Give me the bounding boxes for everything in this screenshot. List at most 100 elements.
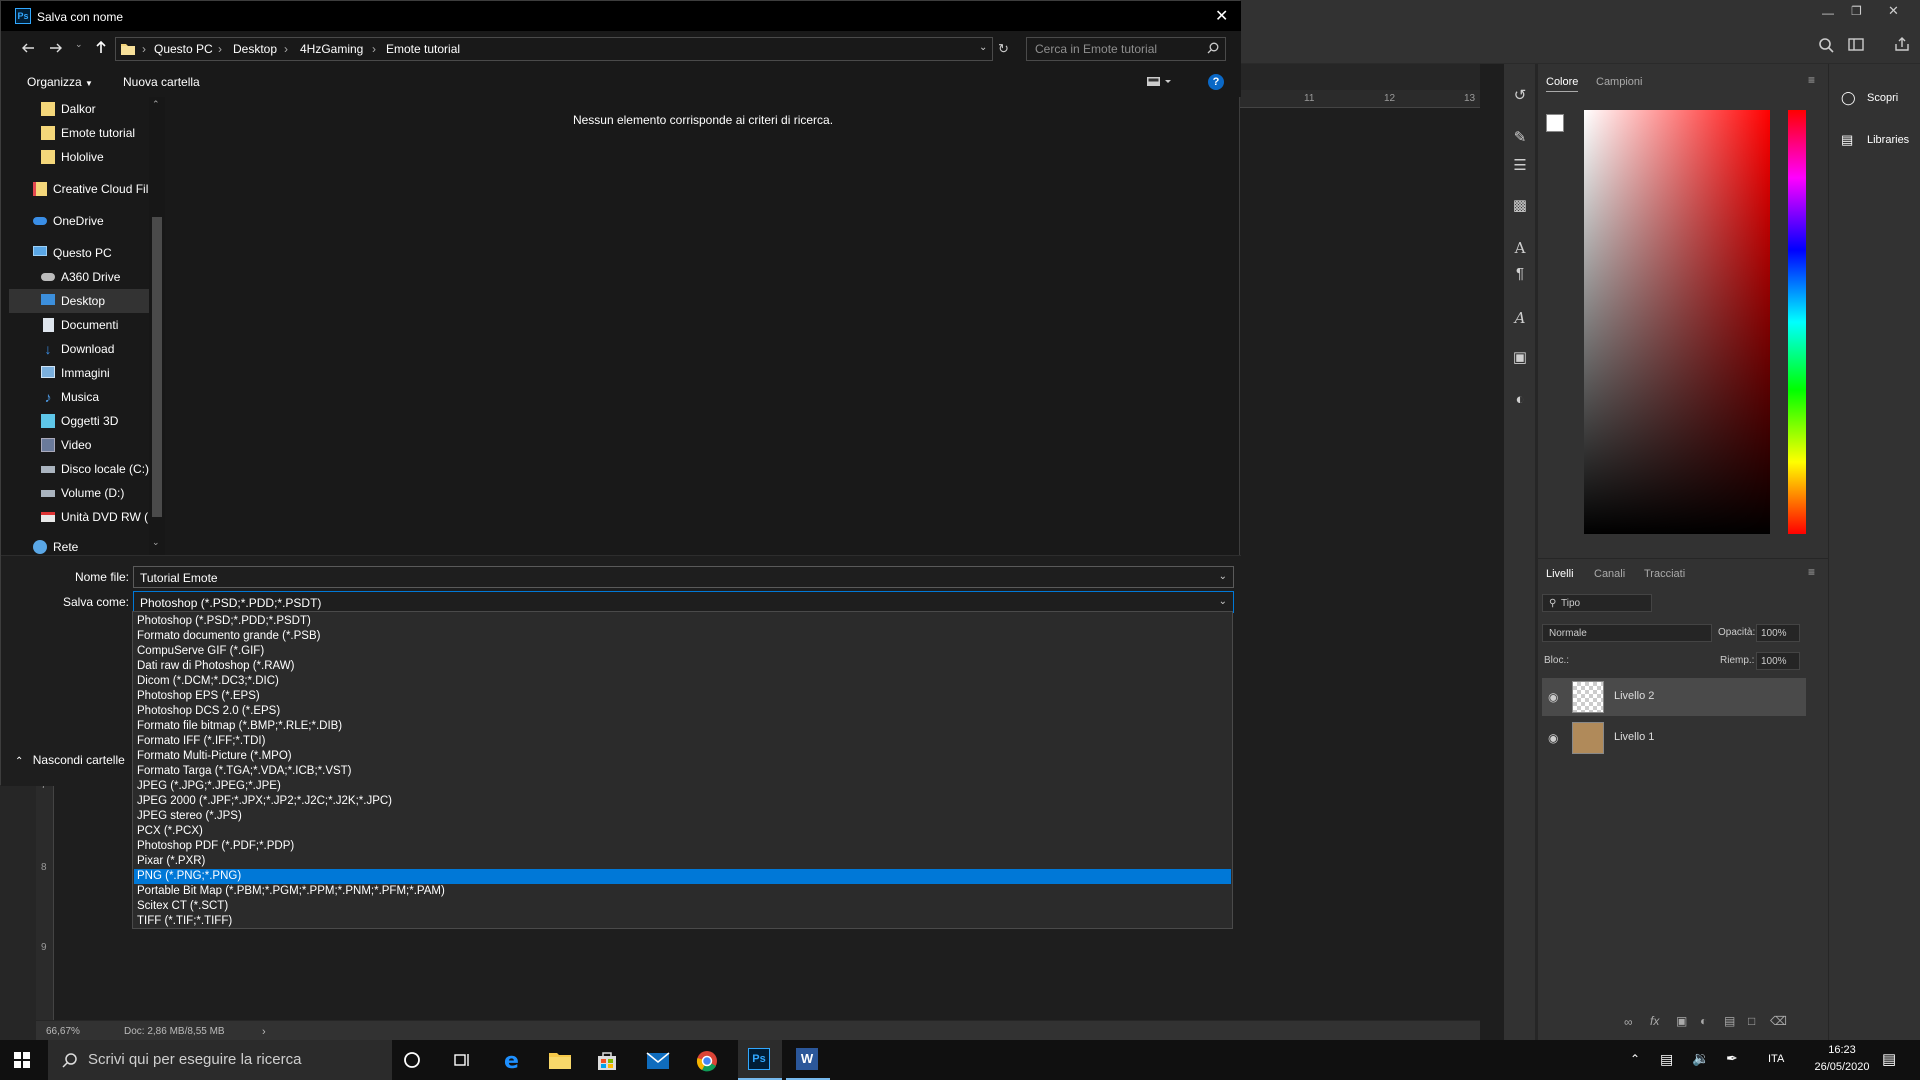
scroll-down-icon[interactable]: ⌄ (152, 537, 160, 548)
file-explorer-icon[interactable] (548, 1050, 576, 1078)
refresh-icon[interactable]: ↻ (998, 41, 1009, 57)
restore-icon[interactable]: ❐ (1851, 4, 1862, 18)
search-icon[interactable] (1818, 37, 1834, 53)
breadcrumb-chevron-icon[interactable]: › (142, 42, 146, 56)
tab-colore[interactable]: Colore (1546, 76, 1579, 92)
nav-item-hololive[interactable]: Hololive (9, 145, 149, 169)
breadcrumb-questo-pc[interactable]: Questo PC (154, 42, 213, 56)
share-icon[interactable] (1894, 36, 1910, 52)
hue-slider[interactable] (1788, 110, 1806, 534)
group-folder-icon[interactable]: ▤ (1724, 1014, 1735, 1028)
format-option[interactable]: Formato file bitmap (*.BMP;*.RLE;*.DIB) (134, 719, 1231, 734)
format-option[interactable]: JPEG stereo (*.JPS) (134, 809, 1231, 824)
up-arrow-icon[interactable] (93, 39, 109, 55)
clock-date[interactable]: 26/05/2020 (1810, 1061, 1874, 1073)
scrollbar-thumb[interactable] (152, 217, 162, 517)
format-option[interactable]: Formato Multi-Picture (*.MPO) (134, 749, 1231, 764)
tab-tracciati[interactable]: Tracciati (1644, 568, 1685, 580)
mail-icon[interactable] (646, 1052, 674, 1080)
scroll-up-icon[interactable]: ⌃ (152, 99, 160, 110)
breadcrumb-chevron-icon[interactable]: › (372, 42, 376, 56)
organize-button[interactable]: Organizza ▼ (27, 75, 93, 89)
discover-button[interactable]: ◯ Scopri (1837, 88, 1917, 110)
forward-arrow-icon[interactable] (48, 40, 64, 56)
layer-row[interactable]: ◉ Livello 1 (1542, 719, 1806, 757)
minimize-icon[interactable]: — (1822, 6, 1834, 20)
panel-menu-icon[interactable]: ≡ (1808, 73, 1815, 87)
glyphs-icon[interactable]: A (1510, 308, 1530, 328)
character-icon[interactable]: A (1510, 238, 1530, 258)
eye-icon[interactable]: ◉ (1548, 690, 1558, 704)
format-option[interactable]: Portable Bit Map (*.PBM;*.PGM;*.PPM;*.PN… (134, 884, 1231, 899)
format-option[interactable]: Photoshop (*.PSD;*.PDD;*.PSDT) (134, 614, 1231, 629)
swatch-circle-icon[interactable]: ◐ (1510, 390, 1530, 410)
format-option[interactable]: Formato IFF (*.IFF;*.TDI) (134, 734, 1231, 749)
hide-folders-button[interactable]: ⌃ Nascondi cartelle (15, 753, 125, 767)
help-icon[interactable]: ? (1208, 74, 1224, 90)
fill-input[interactable]: 100% (1756, 652, 1800, 670)
link-icon[interactable]: ∞ (1624, 1015, 1633, 1029)
breadcrumb-emote-tutorial[interactable]: Emote tutorial (386, 42, 460, 56)
layer-row[interactable]: ◉ Livello 2 (1542, 678, 1806, 716)
tab-campioni[interactable]: Campioni (1596, 76, 1642, 88)
format-option[interactable]: Formato Targa (*.TGA;*.VDA;*.ICB;*.VST) (134, 764, 1231, 779)
trash-icon[interactable]: ⌫ (1770, 1014, 1787, 1028)
properties-icon[interactable]: ▣ (1510, 348, 1530, 368)
chevron-down-icon[interactable]: ⌄ (1219, 571, 1227, 582)
nav-item-dalkor[interactable]: Dalkor (9, 97, 149, 121)
nav-item-musica[interactable]: ♪ Musica (9, 385, 149, 409)
new-folder-button[interactable]: Nuova cartella (123, 75, 200, 89)
blend-mode-select[interactable]: Normale (1542, 624, 1712, 642)
nav-item-oggetti-3d[interactable]: Oggetti 3D (9, 409, 149, 433)
layer-filter-select[interactable]: ⚲ Tipo (1542, 594, 1652, 612)
file-list-area[interactable] (167, 97, 1239, 555)
cortana-icon[interactable] (402, 1050, 430, 1078)
format-option[interactable]: Photoshop PDF (*.PDF;*.PDP) (134, 839, 1231, 854)
nav-item-questo-pc[interactable]: Questo PC (9, 241, 149, 265)
format-option[interactable]: PNG (*.PNG;*.PNG) (134, 869, 1231, 884)
opacity-input[interactable]: 100% (1756, 624, 1800, 642)
nav-item-documenti[interactable]: Documenti (9, 313, 149, 337)
nav-item-video[interactable]: Video (9, 433, 149, 457)
format-option[interactable]: Photoshop DCS 2.0 (*.EPS) (134, 704, 1231, 719)
store-icon[interactable] (596, 1050, 624, 1078)
windows-start-icon[interactable] (14, 1052, 30, 1068)
format-option[interactable]: JPEG (*.JPG;*.JPEG;*.JPE) (134, 779, 1231, 794)
mask-icon[interactable]: ▣ (1676, 1014, 1687, 1028)
saveas-select[interactable]: Photoshop (*.PSD;*.PDD;*.PSDT) ⌄ (133, 591, 1234, 613)
chevron-up-icon[interactable]: ⌃ (1630, 1052, 1640, 1066)
breadcrumb-4hzgaming[interactable]: 4HzGaming (300, 42, 363, 56)
format-option[interactable]: Formato documento grande (*.PSB) (134, 629, 1231, 644)
close-app-icon[interactable]: ✕ (1888, 3, 1899, 19)
notifications-icon[interactable]: ▤ (1882, 1050, 1896, 1068)
eye-icon[interactable]: ◉ (1548, 731, 1558, 745)
pen-icon[interactable]: ✒ (1726, 1050, 1738, 1067)
format-option[interactable]: TIFF (*.TIF;*.TIFF) (134, 914, 1231, 929)
format-option[interactable]: Photoshop EPS (*.EPS) (134, 689, 1231, 704)
address-bar[interactable]: › Questo PC › Desktop › 4HzGaming › Emot… (115, 37, 1009, 61)
format-option[interactable]: Pixar (*.PXR) (134, 854, 1231, 869)
chrome-icon[interactable] (696, 1050, 724, 1078)
layers-menu-icon[interactable]: ≡ (1808, 565, 1815, 579)
recent-locations-icon[interactable]: ⌄ (75, 39, 83, 50)
taskbar-word-button[interactable]: W (786, 1040, 830, 1080)
breadcrumb-chevron-icon[interactable]: › (284, 42, 288, 56)
workspace-icon[interactable] (1848, 37, 1866, 53)
history-icon[interactable]: ↺ (1510, 86, 1530, 106)
nav-item-creative-cloud[interactable]: Creative Cloud Fil (9, 177, 149, 201)
nav-item-volume-d[interactable]: Volume (D:) (9, 481, 149, 505)
zoom-level[interactable]: 66,67% (46, 1026, 80, 1037)
libraries-button[interactable]: ▤ Libraries (1837, 130, 1917, 152)
doc-info[interactable]: Doc: 2,86 MB/8,55 MB (124, 1026, 225, 1037)
search-input[interactable]: Cerca in Emote tutorial (1026, 37, 1226, 61)
clone-source-icon[interactable]: ▩ (1510, 196, 1530, 216)
address-dropdown-icon[interactable]: ⌄ (979, 42, 987, 53)
edge-icon[interactable]: e (500, 1048, 528, 1076)
view-options-icon[interactable] (1147, 75, 1173, 89)
tab-canali[interactable]: Canali (1594, 568, 1625, 580)
fx-icon[interactable]: fx (1650, 1014, 1659, 1028)
breadcrumb-chevron-icon[interactable]: › (218, 42, 222, 56)
nav-item-disco-c[interactable]: Disco locale (C:) (9, 457, 149, 481)
format-option[interactable]: JPEG 2000 (*.JPF;*.JPX;*.JP2;*.J2C;*.J2K… (134, 794, 1231, 809)
navigation-scrollbar[interactable]: ⌃ ⌄ (149, 97, 165, 555)
